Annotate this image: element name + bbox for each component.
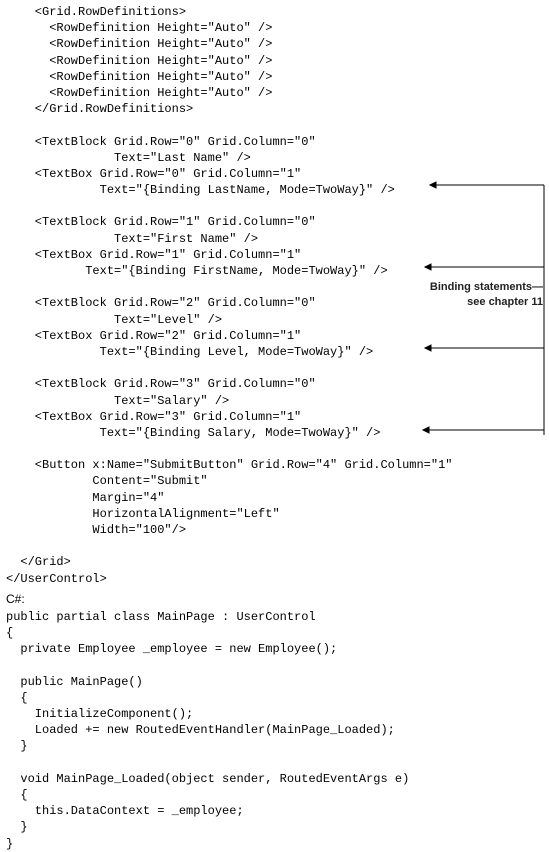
binding-annotation: Binding statements see chapter 11 — [423, 280, 543, 310]
xaml-line: Content="Submit" — [6, 473, 543, 489]
csharp-line: InitializeComponent(); — [6, 706, 543, 722]
xaml-line: Text="{Binding Level, Mode=TwoWay}" /> — [6, 344, 543, 360]
xaml-line: </Grid.RowDefinitions> — [6, 101, 543, 117]
xaml-line: <RowDefinition Height="Auto" /> — [6, 53, 543, 69]
csharp-line: { — [6, 625, 543, 641]
xaml-line: <TextBox Grid.Row="3" Grid.Column="1" — [6, 409, 543, 425]
xaml-line: Text="First Name" /> — [6, 231, 543, 247]
xaml-line: </UserControl> — [6, 571, 543, 587]
csharp-line: public partial class MainPage : UserCont… — [6, 609, 543, 625]
csharp-line: public MainPage() — [6, 674, 543, 690]
xaml-line: <TextBlock Grid.Row="3" Grid.Column="0" — [6, 376, 543, 392]
xaml-line: <Button x:Name="SubmitButton" Grid.Row="… — [6, 457, 543, 473]
xaml-line — [6, 360, 543, 376]
csharp-section-label: C#: — [6, 591, 543, 607]
xaml-line: Margin="4" — [6, 490, 543, 506]
xaml-line: Text="{Binding FirstName, Mode=TwoWay}" … — [6, 263, 543, 279]
xaml-line: <Grid.RowDefinitions> — [6, 4, 543, 20]
xaml-line: HorizontalAlignment="Left" — [6, 506, 543, 522]
xaml-line: <RowDefinition Height="Auto" /> — [6, 85, 543, 101]
xaml-line: Text="Salary" /> — [6, 393, 543, 409]
annotation-line-2: see chapter 11 — [467, 296, 543, 308]
csharp-line: private Employee _employee = new Employe… — [6, 641, 543, 657]
csharp-line: Loaded += new RoutedEventHandler(MainPag… — [6, 722, 543, 738]
csharp-line: { — [6, 787, 543, 803]
csharp-line: } — [6, 819, 543, 835]
csharp-line: { — [6, 690, 543, 706]
xaml-line: <TextBlock Grid.Row="0" Grid.Column="0" — [6, 134, 543, 150]
xaml-line: Width="100"/> — [6, 522, 543, 538]
xaml-line: Text="{Binding LastName, Mode=TwoWay}" /… — [6, 182, 543, 198]
page-root: <Grid.RowDefinitions> <RowDefinition Hei… — [0, 0, 549, 779]
xaml-line: <TextBox Grid.Row="1" Grid.Column="1" — [6, 247, 543, 263]
xaml-line: </Grid> — [6, 554, 543, 570]
xaml-line: <RowDefinition Height="Auto" /> — [6, 36, 543, 52]
xaml-line — [6, 117, 543, 133]
xaml-line: <TextBlock Grid.Row="1" Grid.Column="0" — [6, 214, 543, 230]
csharp-code-block: public partial class MainPage : UserCont… — [6, 609, 543, 852]
csharp-line: this.DataContext = _employee; — [6, 803, 543, 819]
annotation-line-1: Binding statements — [430, 281, 543, 293]
xaml-line — [6, 538, 543, 554]
xaml-line: Text="Last Name" /> — [6, 150, 543, 166]
xaml-line: <TextBox Grid.Row="0" Grid.Column="1" — [6, 166, 543, 182]
xaml-line: Text="{Binding Salary, Mode=TwoWay}" /> — [6, 425, 543, 441]
xaml-line: <RowDefinition Height="Auto" /> — [6, 69, 543, 85]
xaml-line — [6, 441, 543, 457]
xaml-line: <RowDefinition Height="Auto" /> — [6, 20, 543, 36]
xaml-line: Text="Level" /> — [6, 312, 543, 328]
xaml-line — [6, 198, 543, 214]
csharp-line — [6, 755, 543, 771]
xaml-line: <TextBox Grid.Row="2" Grid.Column="1" — [6, 328, 543, 344]
csharp-line: } — [6, 836, 543, 852]
csharp-line — [6, 658, 543, 674]
csharp-line: } — [6, 738, 543, 754]
